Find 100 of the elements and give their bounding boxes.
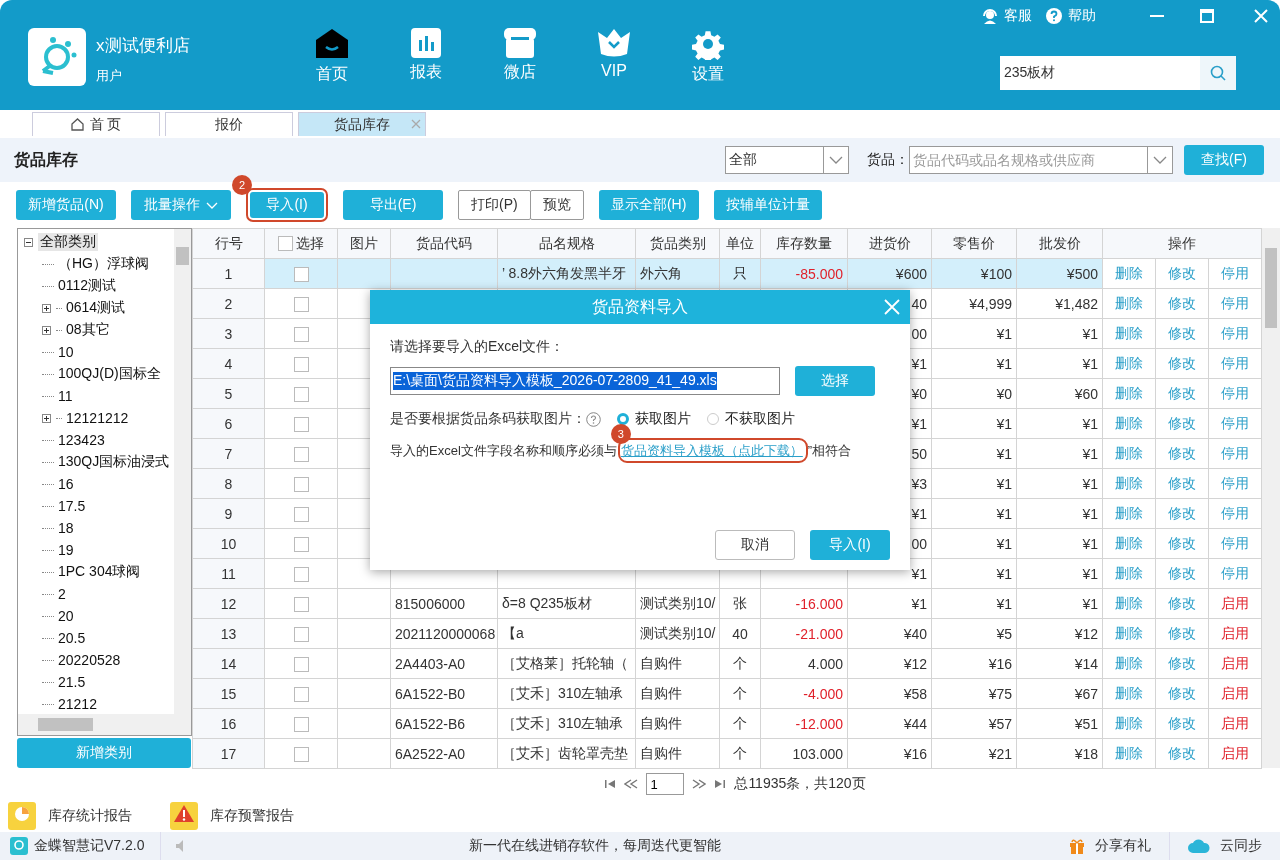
close-icon[interactable] <box>411 119 421 129</box>
tree-item[interactable]: 130QJ国标油浸式 <box>56 453 172 471</box>
status-link[interactable]: 停用 <box>1208 468 1262 499</box>
tree-item[interactable]: 16 <box>56 476 76 492</box>
checkbox[interactable] <box>293 536 309 552</box>
status-link[interactable]: 停用 <box>1208 438 1262 469</box>
edit-link[interactable]: 修改 <box>1155 498 1209 529</box>
status-link[interactable]: 停用 <box>1208 288 1262 319</box>
status-link[interactable]: 停用 <box>1208 348 1262 379</box>
edit-link[interactable]: 修改 <box>1155 738 1209 769</box>
status-link[interactable]: 启用 <box>1208 648 1262 679</box>
nav-button[interactable]: 设置 <box>679 28 737 85</box>
checkbox[interactable] <box>293 506 309 522</box>
tree-item[interactable]: 2 <box>56 586 68 602</box>
edit-link[interactable]: 修改 <box>1155 318 1209 349</box>
search-field[interactable]: 235板材 <box>1000 56 1200 90</box>
toolbar-button[interactable]: 打印(P) <box>458 190 531 220</box>
toolbar-button[interactable]: 显示全部(H) <box>598 190 699 220</box>
checkbox[interactable] <box>293 626 309 642</box>
tab[interactable]: 报价 <box>165 112 293 136</box>
add-category-button[interactable]: 新增类别 <box>17 738 191 768</box>
nav-button[interactable]: 报表 <box>397 28 455 85</box>
edit-link[interactable]: 修改 <box>1155 378 1209 409</box>
column-header[interactable]: 选择 <box>264 228 338 259</box>
delete-link[interactable]: 删除 <box>1102 618 1156 649</box>
delete-link[interactable]: 删除 <box>1102 378 1156 409</box>
status-link[interactable]: 停用 <box>1208 558 1262 589</box>
edit-link[interactable]: 修改 <box>1155 408 1209 439</box>
import-button[interactable]: 导入(I) <box>810 530 890 560</box>
table-row[interactable]: 14 2A4403-A0 ［艾格莱］托轮轴（ 自购件 个 4.000 ¥12 ¥16 ¥14 删除 修改 启用 <box>192 648 1262 679</box>
edit-link[interactable]: 修改 <box>1155 438 1209 469</box>
status-link[interactable]: 停用 <box>1208 408 1262 439</box>
checkbox[interactable] <box>293 416 309 432</box>
find-button[interactable]: 查找(F) <box>1184 145 1264 175</box>
tree-item[interactable]: 20.5 <box>56 630 88 646</box>
tree-item[interactable]: 21212 <box>56 696 99 712</box>
tab[interactable]: 货品库存 <box>298 112 426 136</box>
edit-link[interactable]: 修改 <box>1155 648 1209 679</box>
checkbox[interactable] <box>277 236 293 252</box>
delete-link[interactable]: 删除 <box>1102 318 1156 349</box>
delete-link[interactable]: 删除 <box>1102 408 1156 439</box>
file-path-field[interactable]: E:\桌面\货品资料导入模板_2026-07-2809_41_49.xls <box>390 367 780 395</box>
report-link[interactable]: 库存统计报告 <box>8 802 132 830</box>
last-page-icon[interactable] <box>714 779 727 789</box>
toolbar-button[interactable]: 按辅单位计量 <box>713 190 822 220</box>
status-link[interactable]: 停用 <box>1208 498 1262 529</box>
filter-dropdown[interactable]: 全部 <box>725 146 849 174</box>
tree-item[interactable]: 0112测试 <box>56 277 119 295</box>
edit-link[interactable]: 修改 <box>1155 288 1209 319</box>
search-icon[interactable] <box>1200 56 1236 90</box>
edit-link[interactable]: 修改 <box>1155 558 1209 589</box>
table-row[interactable]: 13 2021120000068 【a 测试类别10/ 40 -21.000 ¥40 ¥5 ¥12 删除 修改 启用 <box>192 618 1262 649</box>
checkbox[interactable] <box>293 596 309 612</box>
tree-item[interactable]: 19 <box>56 542 76 558</box>
tree-item[interactable]: 17.5 <box>56 498 88 514</box>
cancel-button[interactable]: 取消 <box>715 530 795 560</box>
checkbox[interactable] <box>293 296 309 312</box>
checkbox[interactable] <box>293 566 309 582</box>
delete-link[interactable]: 删除 <box>1102 258 1156 289</box>
page-number-field[interactable]: 1 <box>646 773 685 795</box>
edit-link[interactable]: 修改 <box>1155 348 1209 379</box>
top-link[interactable]: 帮助 <box>1046 7 1096 25</box>
status-link[interactable]: 启用 <box>1208 588 1262 619</box>
edit-link[interactable]: 修改 <box>1155 258 1209 289</box>
checkbox[interactable] <box>293 716 309 732</box>
collapse-icon[interactable] <box>24 237 33 247</box>
status-link[interactable]: 停用 <box>1208 258 1262 289</box>
status-link[interactable]: 启用 <box>1208 618 1262 649</box>
radio-option[interactable]: 不获取图片 <box>707 410 795 428</box>
checkbox[interactable] <box>293 326 309 342</box>
edit-link[interactable]: 修改 <box>1155 678 1209 709</box>
table-row[interactable]: 12 815006000 δ=8 Q235板材 测试类别10/ 张 -16.000 ¥1 ¥1 ¥1 删除 修改 启用 <box>192 588 1262 619</box>
delete-link[interactable]: 删除 <box>1102 738 1156 769</box>
checkbox[interactable] <box>293 746 309 762</box>
checkbox[interactable] <box>293 656 309 672</box>
tree-item[interactable]: 全部类别 <box>38 233 98 251</box>
table-row[interactable]: 1 ’ 8.8外六角发黑半牙 外六角 只 -85.000 ¥600 ¥100 ¥500 删除 修改 停用 <box>192 258 1262 289</box>
edit-link[interactable]: 修改 <box>1155 468 1209 499</box>
checkbox[interactable] <box>293 446 309 462</box>
nav-button[interactable]: 首页 <box>303 28 361 85</box>
delete-link[interactable]: 删除 <box>1102 558 1156 589</box>
edit-link[interactable]: 修改 <box>1155 708 1209 739</box>
tree-item[interactable]: 100QJ(D)国标全 <box>56 365 163 383</box>
tree-item[interactable]: 08其它 <box>64 321 112 339</box>
tree-item[interactable]: 21.5 <box>56 674 88 690</box>
expand-icon[interactable] <box>42 413 51 423</box>
tree-item[interactable]: 20 <box>56 608 76 624</box>
expand-icon[interactable] <box>42 325 51 335</box>
status-link[interactable]: 停用 <box>1208 378 1262 409</box>
toolbar-button[interactable]: 导出(E) <box>343 190 443 220</box>
edit-link[interactable]: 修改 <box>1155 528 1209 559</box>
delete-link[interactable]: 删除 <box>1102 288 1156 319</box>
toolbar-button[interactable]: 新增货品(N) <box>16 190 116 220</box>
nav-button[interactable]: 微店 <box>491 28 549 85</box>
toolbar-button[interactable]: 预览 <box>529 190 584 220</box>
batch-menu-button[interactable]: 批量操作 <box>131 190 231 220</box>
tab[interactable]: 首 页 <box>32 112 160 136</box>
delete-link[interactable]: 删除 <box>1102 468 1156 499</box>
checkbox[interactable] <box>293 266 309 282</box>
checkbox[interactable] <box>293 356 309 372</box>
